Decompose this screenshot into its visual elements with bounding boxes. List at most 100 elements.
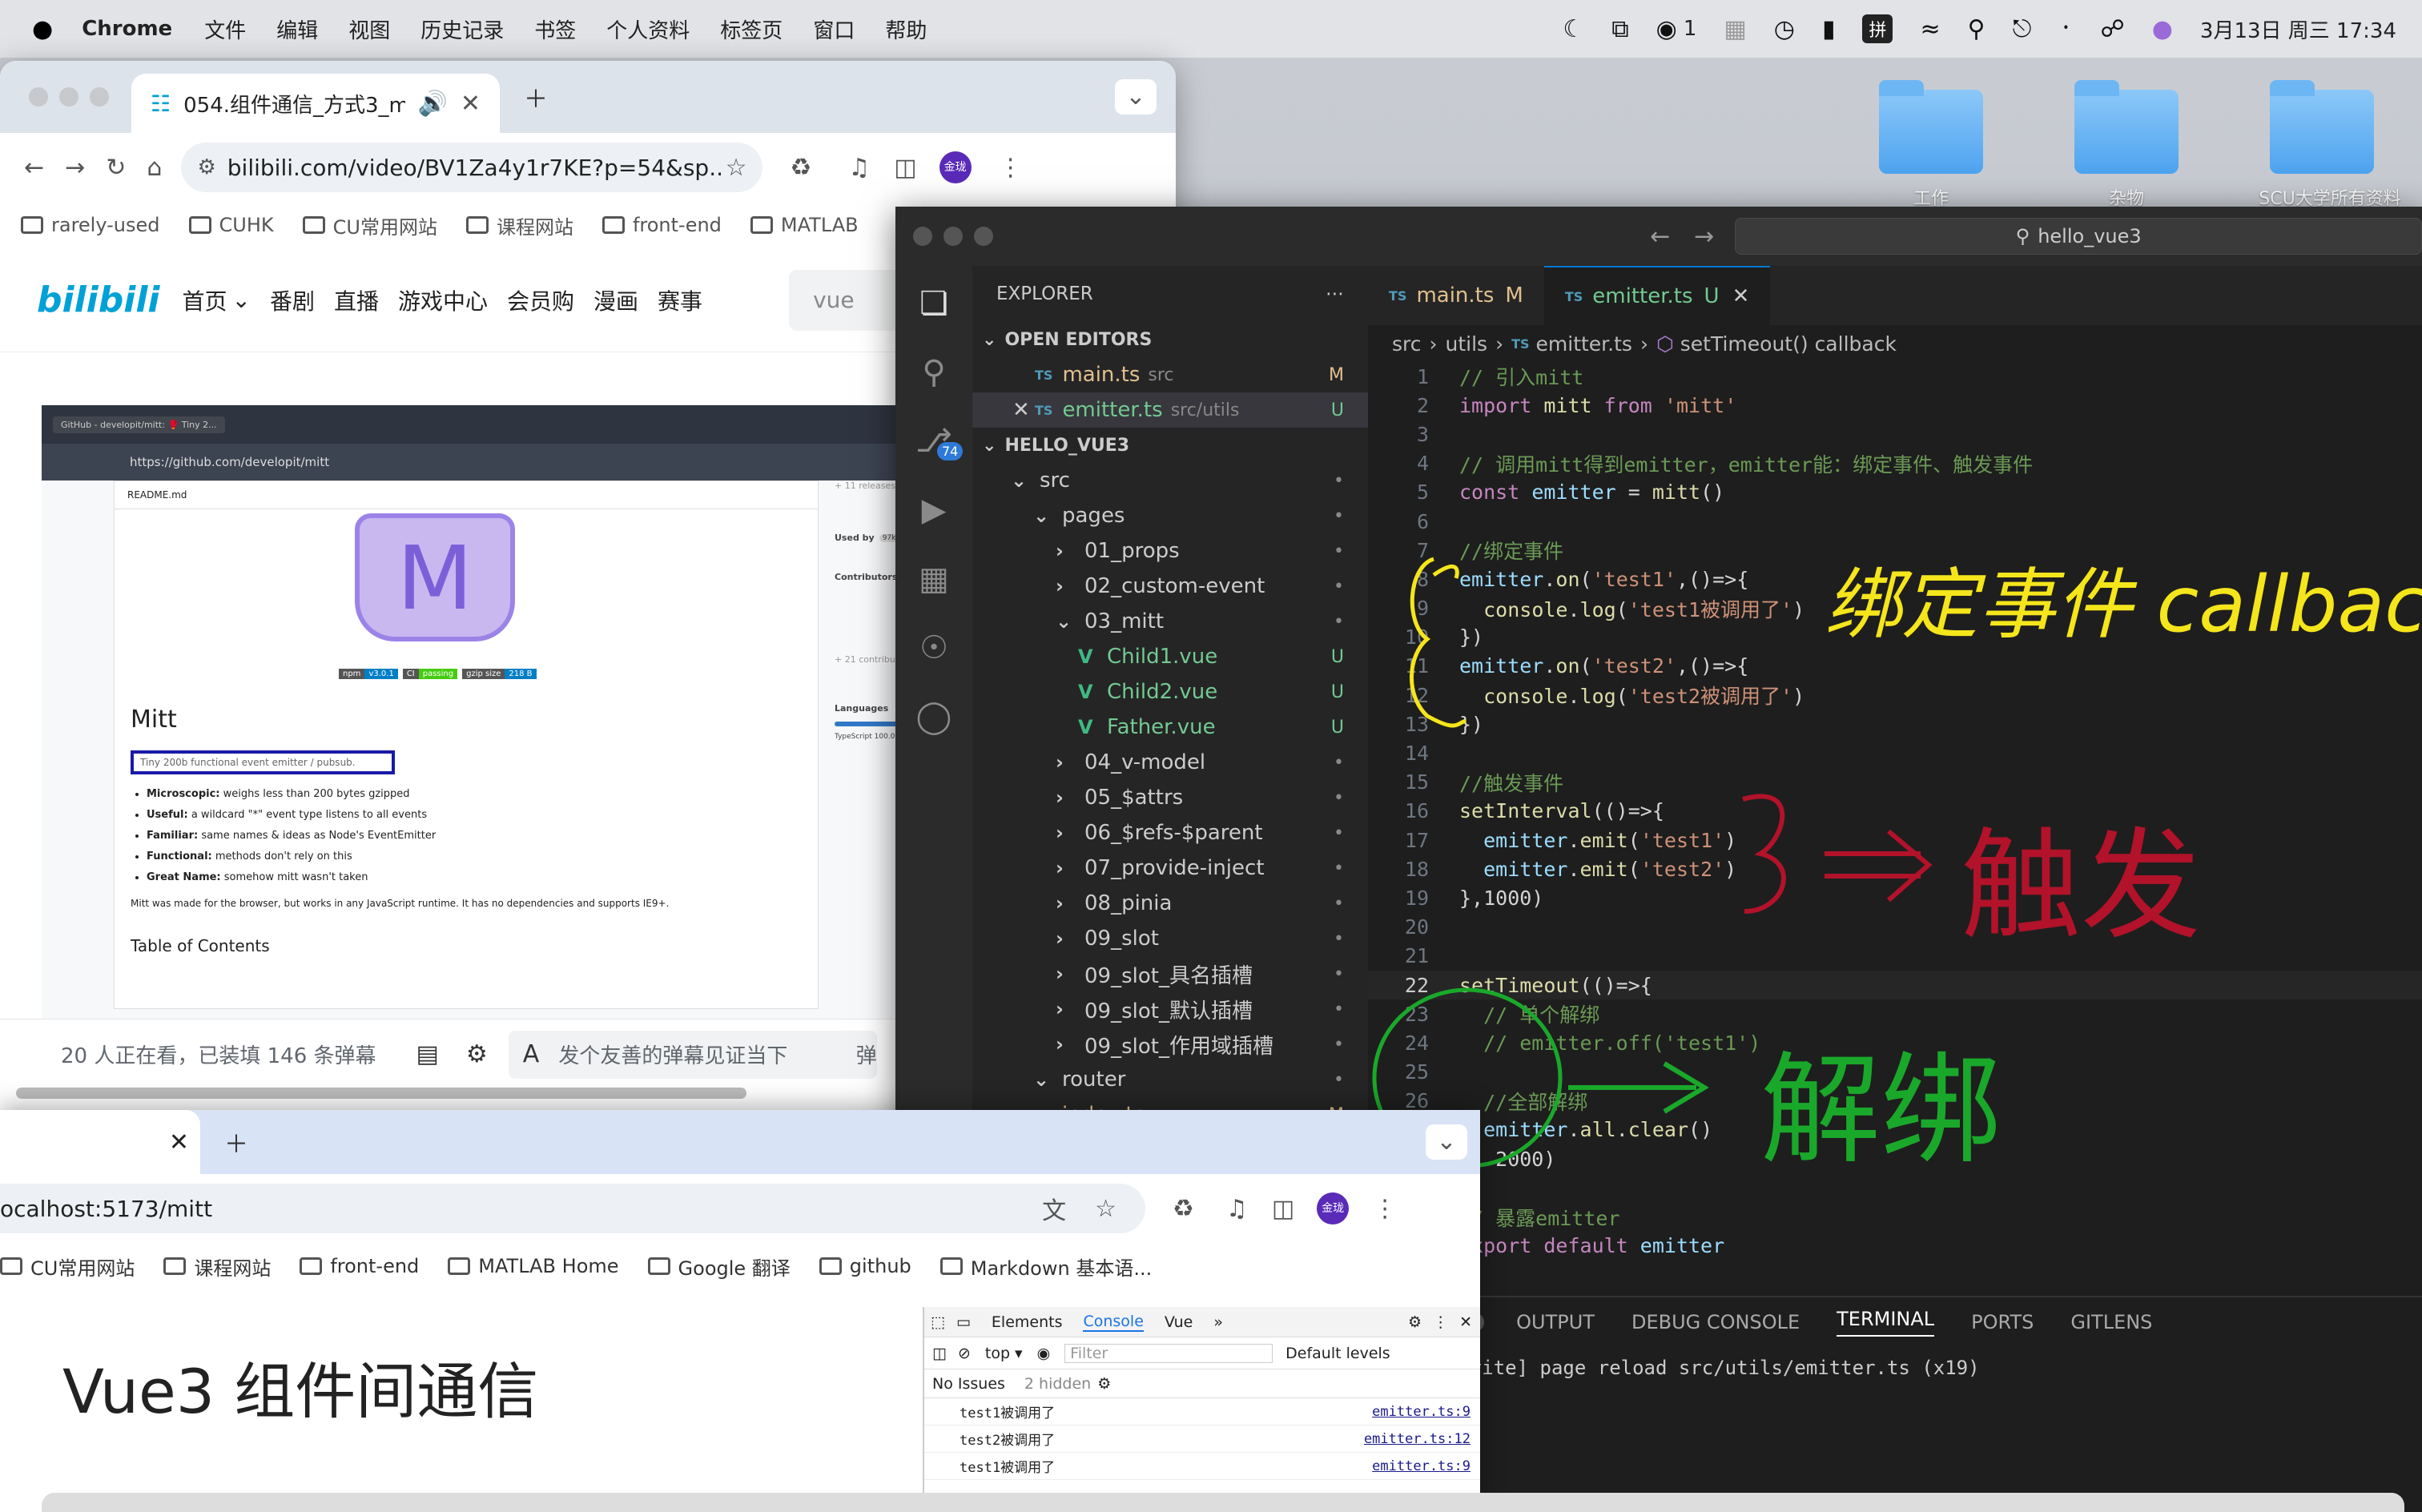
code-line[interactable]: 18 emitter.emit('test2') emitter.emit('t… xyxy=(1368,855,2422,883)
kebab-menu-icon[interactable]: ⋮ xyxy=(1373,1195,1397,1223)
bookmark-item[interactable]: rarely-used xyxy=(21,214,160,236)
clock[interactable]: 3月13日 周三 17:34 xyxy=(2200,14,2396,44)
bilibili-logo[interactable]: bilibili xyxy=(37,279,159,320)
code-line[interactable]: 26 //全部解绑 //全部解绑 xyxy=(1368,1087,2422,1116)
menu-app-name[interactable]: Chrome xyxy=(82,17,172,41)
media-controls-icon[interactable]: ♫ xyxy=(848,154,870,182)
menu-item[interactable]: 历史记录 xyxy=(420,14,504,44)
address-bar[interactable]: ocalhost:5173/mitt 文 ☆ xyxy=(0,1184,1145,1233)
tree-item[interactable]: › 09_slot • xyxy=(972,921,1368,956)
siri-icon[interactable]: ● xyxy=(2152,15,2173,43)
wifi-icon[interactable]: ≈ xyxy=(1920,15,1940,43)
search-icon[interactable]: ⚲ xyxy=(1968,15,1985,43)
tree-item[interactable]: ⌄ src • xyxy=(972,463,1368,498)
tab-mitt[interactable]: ✕ xyxy=(0,1110,200,1174)
close-icon[interactable]: ✕ xyxy=(1459,1313,1472,1331)
code-line[interactable]: 21 xyxy=(1368,942,2422,971)
audio-playing-icon[interactable]: 🔊 xyxy=(418,90,448,118)
bilibili-nav-item[interactable]: 漫画 xyxy=(593,284,638,316)
code-line[interactable]: 1// 引入mitt// 引入mitt xyxy=(1368,362,2422,391)
tree-item[interactable]: › 02_custom-event • xyxy=(972,569,1368,604)
close-tab-icon[interactable]: ✕ xyxy=(169,1128,189,1156)
code-line[interactable]: 14 xyxy=(1368,738,2422,767)
code-line[interactable]: 4// 调用mitt得到emitter，emitter能：绑定事件、触发事件//… xyxy=(1368,449,2422,478)
tab-search-chevron-icon[interactable]: ⌄ xyxy=(1115,79,1157,115)
window-icon[interactable]: ⧉ xyxy=(1611,15,1628,43)
tree-item[interactable]: › 04_v-model • xyxy=(972,745,1368,780)
code-line[interactable]: 31export default emitterexport default e… xyxy=(1368,1232,2422,1261)
menu-item[interactable]: 文件 xyxy=(204,14,246,44)
forward-icon[interactable]: → xyxy=(65,154,85,182)
devtools-tab[interactable]: Elements xyxy=(992,1313,1063,1331)
tree-item[interactable]: V Father.vue U xyxy=(972,710,1368,745)
nav-back-icon[interactable]: ← xyxy=(1650,223,1670,251)
tree-item[interactable]: › 06_$refs-$parent • xyxy=(972,815,1368,850)
minimize-window-button[interactable] xyxy=(59,87,78,107)
bookmark-item[interactable]: github xyxy=(819,1255,911,1277)
code-line[interactable]: 9 console.log('test1被调用了') console.log('… xyxy=(1368,594,2422,623)
airpods-icon[interactable]: ⎋ xyxy=(2013,15,2032,43)
nav-forward-icon[interactable]: → xyxy=(1694,223,1714,251)
home-icon[interactable]: ⌂ xyxy=(147,154,162,182)
more-tabs-icon[interactable]: » xyxy=(1213,1313,1223,1331)
apple-icon[interactable]: ● xyxy=(32,15,53,43)
gear-icon[interactable]: ⚙ xyxy=(1408,1313,1422,1331)
back-icon[interactable]: ← xyxy=(24,154,44,182)
tree-item[interactable]: ⌄ pages • xyxy=(972,498,1368,533)
panel-tab[interactable]: TERMINAL xyxy=(1837,1308,1935,1337)
address-bar[interactable]: ⚙ bilibili.com/video/BV1Za4y1r7KE?p=54&s… xyxy=(181,143,763,192)
new-tab-icon[interactable]: ＋ xyxy=(524,79,548,115)
code-line[interactable]: 23 // 单个解绑 // 单个解绑 xyxy=(1368,999,2422,1028)
remote-icon[interactable]: ◯ xyxy=(895,698,972,735)
profile-avatar[interactable]: 金珑 xyxy=(939,151,972,183)
control-center-icon[interactable]: ☍ xyxy=(2100,15,2124,43)
minimize-window-button[interactable] xyxy=(943,227,963,246)
bookmark-item[interactable]: 课程网站 xyxy=(163,1253,271,1281)
horizontal-scrollbar[interactable] xyxy=(16,1088,746,1099)
bookmark-star-icon[interactable]: ☆ xyxy=(726,154,747,182)
code-line[interactable]: 6 xyxy=(1368,507,2422,536)
code-line[interactable]: 10})}) xyxy=(1368,623,2422,652)
tree-item[interactable]: › 07_provide-inject • xyxy=(972,850,1368,886)
command-center[interactable]: ⚲ hello_vue3 xyxy=(1735,218,2422,255)
menu-item[interactable]: 帮助 xyxy=(885,14,927,44)
devtools-tab[interactable]: Vue xyxy=(1165,1313,1193,1331)
context-selector[interactable]: top xyxy=(985,1345,1010,1362)
code-line[interactable]: 5 const emitter = mitt()const emitter = m… xyxy=(1368,478,2422,507)
code-line[interactable]: 30// 暴露emitter// 暴露emitter xyxy=(1368,1202,2422,1231)
breadcrumb-item[interactable]: emitter.ts xyxy=(1536,332,1632,356)
zoom-window-button[interactable] xyxy=(90,87,109,107)
bilibili-nav-item[interactable]: 直播 xyxy=(334,284,379,316)
log-source-link[interactable]: emitter.ts:12 xyxy=(1364,1431,1470,1447)
code-line[interactable]: 3 xyxy=(1368,420,2422,448)
open-editor-item[interactable]: TS main.ts src M xyxy=(972,357,1368,392)
new-tab-icon[interactable]: ＋ xyxy=(224,1124,248,1160)
menu-item[interactable]: 视图 xyxy=(348,14,390,44)
code-line[interactable]: 16 setInterval(()=>{setInterval(()=>{ xyxy=(1368,797,2422,826)
gitlens-icon[interactable]: ☉ xyxy=(895,629,972,666)
code-line[interactable]: 15//触发事件//触发事件 xyxy=(1368,768,2422,797)
code-line[interactable]: 11 emitter.on('test2',()=>{emitter.on('te… xyxy=(1368,652,2422,681)
kebab-menu-icon[interactable]: ⋮ xyxy=(999,154,1023,182)
wechat-icon[interactable]: ◉ xyxy=(1656,15,1677,43)
code-line[interactable]: 28}, 2000)}, 2000) xyxy=(1368,1144,2422,1173)
more-actions-icon[interactable]: ⋯ xyxy=(1326,284,1344,304)
source-control-icon[interactable]: ⎇ 74 xyxy=(895,423,972,460)
code-line[interactable]: 29 xyxy=(1368,1173,2422,1202)
inspect-element-icon[interactable]: ⬚ xyxy=(931,1313,945,1331)
side-panel-icon[interactable]: ◫ xyxy=(1272,1195,1294,1223)
panel-tab[interactable]: OUTPUT xyxy=(1516,1311,1595,1333)
tree-item[interactable]: V Child2.vue U xyxy=(972,674,1368,710)
code-line[interactable]: 22 setTimeout(()=>{setTimeout(()=>{ xyxy=(1368,970,2422,1000)
extensions-icon[interactable]: ♻ xyxy=(790,154,811,182)
bilibili-nav-item[interactable]: 游戏中心 xyxy=(398,284,488,316)
breadcrumb-item[interactable]: src xyxy=(1392,332,1422,356)
input-method-badge[interactable]: 拼 xyxy=(1862,14,1893,43)
battery-icon[interactable]: ▮ xyxy=(1822,15,1836,43)
tree-item[interactable]: ⌄ router • xyxy=(972,1062,1368,1097)
console-filter-input[interactable]: Filter xyxy=(1064,1343,1273,1363)
tree-item[interactable]: › 01_props • xyxy=(972,533,1368,569)
terminal-output[interactable]: PM [vite] page reload src/utils/emitter.… xyxy=(1368,1347,2422,1379)
editor-tab[interactable]: TS emitter.ts U ✕ xyxy=(1543,266,1771,325)
code-line[interactable]: 17 emitter.emit('test1') emitter.emit('t… xyxy=(1368,826,2422,855)
